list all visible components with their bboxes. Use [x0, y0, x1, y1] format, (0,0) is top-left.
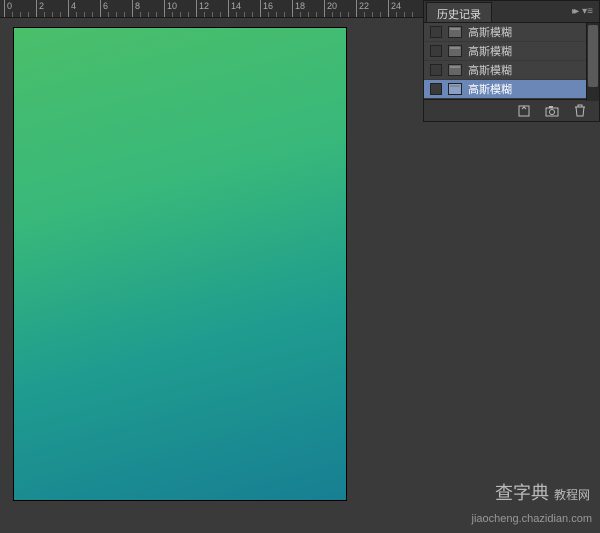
- ruler-tick-minor: [212, 12, 213, 17]
- ruler-tick-minor: [284, 12, 285, 17]
- ruler-tick-minor: [276, 12, 277, 17]
- watermark-url: jiaocheng.chazidian.com: [472, 513, 592, 525]
- trash-icon[interactable]: [573, 104, 587, 118]
- document-icon: [448, 45, 462, 57]
- ruler-tick-minor: [308, 12, 309, 17]
- ruler-tick-major: 10: [164, 0, 177, 17]
- ruler-tick-minor: [204, 12, 205, 17]
- ruler-tick-minor: [188, 12, 189, 17]
- ruler-tick-major: 16: [260, 0, 273, 17]
- ruler-tick-minor: [28, 12, 29, 17]
- ruler-tick-minor: [300, 12, 301, 17]
- ruler-tick-minor: [76, 12, 77, 17]
- history-item[interactable]: 高斯模糊: [424, 42, 599, 61]
- ruler-tick-minor: [20, 12, 21, 17]
- ruler-tick-minor: [412, 12, 413, 17]
- ruler-tick-major: 0: [4, 0, 12, 17]
- visibility-box[interactable]: [430, 83, 442, 95]
- ruler-tick-minor: [340, 12, 341, 17]
- scrollbar-vertical[interactable]: [586, 23, 599, 101]
- ruler-tick-minor: [140, 12, 141, 17]
- ruler-tick-major: 2: [36, 0, 44, 17]
- ruler-tick-minor: [116, 12, 117, 17]
- collapse-icon[interactable]: ▸▸: [572, 6, 576, 17]
- ruler-tick-major: 22: [356, 0, 369, 17]
- panel-menu-icon[interactable]: ▾≡: [582, 6, 593, 17]
- visibility-box[interactable]: [430, 45, 442, 57]
- ruler-tick-minor: [332, 12, 333, 17]
- ruler-tick-minor: [12, 12, 13, 17]
- ruler-tick-minor: [244, 12, 245, 17]
- ruler-tick-major: 12: [196, 0, 209, 17]
- ruler-tick-minor: [92, 12, 93, 17]
- visibility-box[interactable]: [430, 26, 442, 38]
- ruler-tick-minor: [156, 12, 157, 17]
- ruler-tick-minor: [60, 12, 61, 17]
- document-icon: [448, 26, 462, 38]
- history-item-label: 高斯模糊: [468, 24, 512, 40]
- panel-header: 历史记录 ▸▸ ▾≡: [424, 1, 599, 23]
- snapshot-icon[interactable]: [545, 104, 559, 118]
- history-item[interactable]: 高斯模糊: [424, 61, 599, 80]
- history-panel: 历史记录 ▸▸ ▾≡ 高斯模糊高斯模糊高斯模糊高斯模糊: [423, 0, 600, 122]
- ruler-tick-major: 18: [292, 0, 305, 17]
- history-list: 高斯模糊高斯模糊高斯模糊高斯模糊: [424, 23, 599, 99]
- ruler-tick-major: 14: [228, 0, 241, 17]
- document-icon: [448, 64, 462, 76]
- history-item[interactable]: 高斯模糊: [424, 80, 599, 99]
- ruler-tick-minor: [44, 12, 45, 17]
- ruler-tick-minor: [220, 12, 221, 17]
- ruler-tick-minor: [108, 12, 109, 17]
- ruler-tick-minor: [372, 12, 373, 17]
- ruler-tick-minor: [404, 12, 405, 17]
- visibility-box[interactable]: [430, 64, 442, 76]
- ruler-tick-minor: [124, 12, 125, 17]
- ruler-tick-minor: [364, 12, 365, 17]
- history-item-label: 高斯模糊: [468, 43, 512, 59]
- ruler-tick-major: 20: [324, 0, 337, 17]
- scroll-thumb[interactable]: [588, 25, 598, 87]
- ruler-tick-minor: [236, 12, 237, 17]
- ruler-tick-minor: [52, 12, 53, 17]
- ruler-tick-minor: [268, 12, 269, 17]
- ruler-tick-minor: [316, 12, 317, 17]
- create-document-icon[interactable]: [517, 104, 531, 118]
- ruler-tick-major: 4: [68, 0, 76, 17]
- ruler-tick-minor: [84, 12, 85, 17]
- watermark-brand: 查字典 教程网: [495, 479, 590, 505]
- tab-history[interactable]: 历史记录: [426, 2, 492, 22]
- ruler-tick-minor: [348, 12, 349, 17]
- ruler-tick-minor: [396, 12, 397, 17]
- history-item-label: 高斯模糊: [468, 81, 512, 97]
- panel-footer: [424, 99, 599, 121]
- history-item[interactable]: 高斯模糊: [424, 23, 599, 42]
- document-icon: [448, 83, 462, 95]
- history-item-label: 高斯模糊: [468, 62, 512, 78]
- ruler-tick-minor: [148, 12, 149, 17]
- document-canvas[interactable]: [14, 28, 346, 500]
- ruler-tick-major: 6: [100, 0, 108, 17]
- ruler-tick-minor: [180, 12, 181, 17]
- ruler-tick-major: 24: [388, 0, 401, 17]
- ruler-tick-minor: [380, 12, 381, 17]
- ruler-tick-minor: [172, 12, 173, 17]
- ruler-tick-major: 8: [132, 0, 140, 17]
- ruler-tick-minor: [252, 12, 253, 17]
